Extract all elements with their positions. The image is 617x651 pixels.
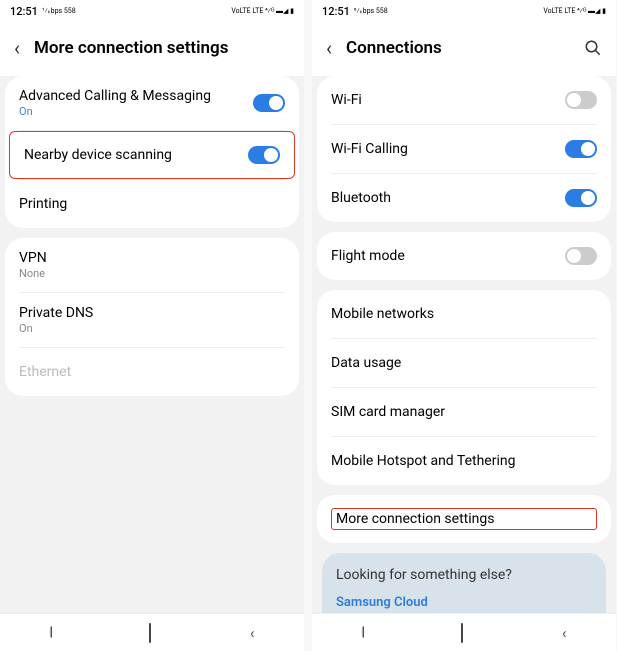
header: ‹ Connections — [312, 22, 616, 76]
nav-home-icon[interactable] — [461, 624, 463, 642]
status-right-indicators: VoLTE LTE ⁴⁄ᴳ ▬◢ ▮ — [231, 7, 294, 15]
nav-recents-icon[interactable]: ||| — [49, 625, 50, 640]
settings-card-2: Flight mode — [317, 232, 611, 280]
navbar: ||| ‹ — [312, 613, 616, 651]
row-printing[interactable]: Printing — [5, 180, 299, 228]
screen-connections: 12:51 ⁰⁄ₖbps 558 VoLTE LTE ⁴⁄ᴳ ▬◢ ▮ ‹ Co… — [312, 0, 616, 651]
settings-card-4: More connection settings — [317, 495, 611, 543]
content: Advanced Calling & Messaging On Nearby d… — [0, 76, 304, 613]
status-right-indicators: VoLTE LTE ⁴⁄ᴳ ▬◢ ▮ — [543, 7, 606, 15]
row-flight-mode[interactable]: Flight mode — [317, 232, 611, 280]
toggle-flight-mode[interactable] — [565, 247, 597, 265]
row-private-dns[interactable]: Private DNS On — [5, 293, 299, 347]
footer-suggestions: Looking for something else? Samsung Clou… — [322, 553, 606, 613]
toggle-nearby-scanning[interactable] — [248, 146, 280, 164]
row-more-connection-settings[interactable]: More connection settings — [317, 495, 611, 543]
row-bluetooth[interactable]: Bluetooth — [317, 174, 611, 222]
screen-more-connection-settings: 12:51 ¹⁄ₖbps 558 VoLTE LTE ⁴⁄ᴳ ▬◢ ▮ ‹ Mo… — [0, 0, 304, 651]
row-wifi-calling[interactable]: Wi-Fi Calling — [317, 125, 611, 173]
settings-card-1: Advanced Calling & Messaging On Nearby d… — [5, 76, 299, 228]
footer-title: Looking for something else? — [336, 567, 592, 583]
nav-back-icon[interactable]: ‹ — [562, 624, 567, 642]
row-advanced-calling[interactable]: Advanced Calling & Messaging On — [5, 76, 299, 130]
back-icon[interactable]: ‹ — [326, 36, 332, 60]
page-title: More connection settings — [34, 38, 290, 58]
row-vpn[interactable]: VPN None — [5, 238, 299, 292]
status-bar: 12:51 ¹⁄ₖbps 558 VoLTE LTE ⁴⁄ᴳ ▬◢ ▮ — [0, 0, 304, 22]
row-sim-card-manager[interactable]: SIM card manager — [317, 388, 611, 436]
settings-card-1: Wi-Fi Wi-Fi Calling Bluetooth — [317, 76, 611, 222]
header: ‹ More connection settings — [0, 22, 304, 76]
row-mobile-hotspot[interactable]: Mobile Hotspot and Tethering — [317, 437, 611, 485]
row-ethernet: Ethernet — [5, 348, 299, 396]
content: Wi-Fi Wi-Fi Calling Bluetooth Flight mod… — [312, 76, 616, 613]
search-icon[interactable] — [584, 39, 602, 57]
status-left-indicators: ¹⁄ₖbps 558 — [42, 7, 76, 15]
nav-back-icon[interactable]: ‹ — [250, 624, 255, 642]
toggle-advanced-calling[interactable] — [253, 94, 285, 112]
nav-home-icon[interactable] — [149, 624, 151, 642]
row-mobile-networks[interactable]: Mobile networks — [317, 290, 611, 338]
settings-card-3: Mobile networks Data usage SIM card mana… — [317, 290, 611, 485]
toggle-wifi-calling[interactable] — [565, 140, 597, 158]
navbar: ||| ‹ — [0, 613, 304, 651]
toggle-bluetooth[interactable] — [565, 189, 597, 207]
nav-recents-icon[interactable]: ||| — [361, 625, 362, 640]
row-wifi[interactable]: Wi-Fi — [317, 76, 611, 124]
settings-card-2: VPN None Private DNS On Ethernet — [5, 238, 299, 396]
status-left-indicators: ⁰⁄ₖbps 558 — [354, 7, 388, 15]
status-bar: 12:51 ⁰⁄ₖbps 558 VoLTE LTE ⁴⁄ᴳ ▬◢ ▮ — [312, 0, 616, 22]
page-title: Connections — [346, 38, 570, 58]
toggle-wifi[interactable] — [565, 91, 597, 109]
back-icon[interactable]: ‹ — [14, 36, 20, 60]
status-time: 12:51 — [10, 5, 38, 18]
status-time: 12:51 — [322, 5, 350, 18]
row-data-usage[interactable]: Data usage — [317, 339, 611, 387]
link-samsung-cloud[interactable]: Samsung Cloud — [336, 595, 592, 610]
row-nearby-device-scanning[interactable]: Nearby device scanning — [9, 131, 295, 179]
